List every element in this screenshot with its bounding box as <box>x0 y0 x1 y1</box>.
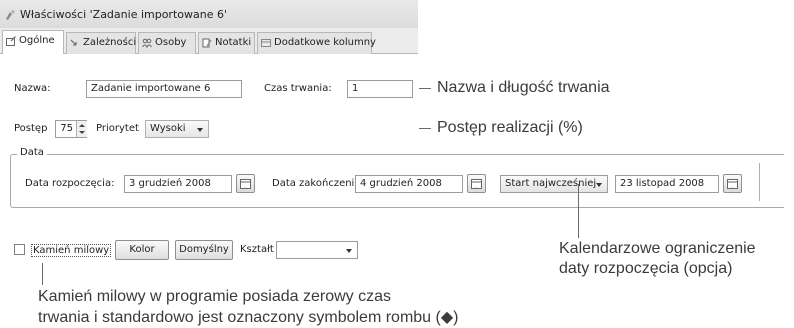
tab-people-label: Osoby <box>155 37 187 48</box>
end-date-label: Data zakończenia: <box>272 178 364 189</box>
chevron-down-icon <box>197 128 203 132</box>
task-properties-icon <box>6 10 15 20</box>
date-group: Data Data rozpoczęcia: 3 grudzień 2008 .… <box>10 147 784 208</box>
annotation-leader-milestone <box>42 263 43 285</box>
tab-extra-columns[interactable]: Dodatkowe kolumny <box>257 32 376 54</box>
tab-bar: Ogólne Zależności Osoby Notatki Dodatkow… <box>0 28 418 55</box>
annotation-milestone-line2: trwania i standardowo jest oznaczony sym… <box>38 309 459 326</box>
start-date-field[interactable]: 3 grudzień 2008 <box>124 175 232 193</box>
tab-notes-label: Notatki <box>215 37 252 48</box>
tab-general-label: Ogólne <box>19 35 55 46</box>
constraint-type-dropdown[interactable]: Start najwcześniej <box>500 175 608 193</box>
svg-text:..: .. <box>731 184 735 190</box>
tab-people[interactable]: Osoby <box>138 32 196 54</box>
stepper-down-icon[interactable] <box>79 131 85 134</box>
svg-text:..: .. <box>475 184 479 190</box>
tab-extra-columns-label: Dodatkowe kolumny <box>274 37 376 48</box>
tab-notes[interactable]: Notatki <box>198 32 255 54</box>
start-date-label: Data rozpoczęcia: <box>25 178 115 189</box>
progress-stepper[interactable] <box>76 121 87 137</box>
name-field[interactable]: Zadanie importowane 6 <box>86 80 242 98</box>
annotation-leader-constraint <box>578 184 579 238</box>
duration-field[interactable]: 1 <box>347 80 413 98</box>
annotation-constraint-line1: Kalendarzowe ograniczenie <box>559 240 756 257</box>
constraint-date-calendar-button[interactable]: .. <box>723 174 742 193</box>
window-title: Właściwości 'Zadanie importowane 6' <box>20 8 227 21</box>
date-group-divider <box>759 163 760 201</box>
milestone-checkbox[interactable] <box>14 244 25 255</box>
annotation-leader-progress <box>419 128 431 129</box>
shape-label: Kształt <box>240 244 274 255</box>
svg-text:..: .. <box>244 184 248 190</box>
constraint-type-value: Start najwcześniej <box>505 178 597 189</box>
stepper-up-icon[interactable] <box>79 124 85 127</box>
priority-dropdown[interactable]: Wysoki <box>145 120 209 138</box>
date-group-legend: Data <box>17 147 47 158</box>
name-label: Nazwa: <box>14 83 51 94</box>
columns-icon <box>261 39 271 47</box>
annotation-progress: Postęp realizacji (%) <box>437 119 583 136</box>
milestone-label[interactable]: Kamień milowy <box>31 244 112 257</box>
progress-label: Postęp <box>14 123 48 134</box>
chevron-down-icon <box>596 183 602 187</box>
shape-dropdown[interactable] <box>276 241 358 259</box>
end-date-calendar-button[interactable]: .. <box>467 174 486 193</box>
people-icon <box>142 38 152 48</box>
chevron-down-icon <box>346 249 352 253</box>
default-button[interactable]: Domyślny <box>175 240 233 260</box>
properties-dialog: Właściwości 'Zadanie importowane 6' Ogól… <box>0 0 418 300</box>
calendar-icon: .. <box>240 179 251 190</box>
dependency-icon <box>70 39 77 46</box>
color-button[interactable]: Kolor <box>115 240 169 260</box>
end-date-field[interactable]: 4 grudzień 2008 <box>355 175 463 193</box>
annotation-leader-name <box>419 88 431 89</box>
constraint-date-field[interactable]: 23 listopad 2008 <box>615 175 719 193</box>
tab-dependencies-label: Zależności <box>83 37 137 48</box>
calendar-icon: .. <box>471 179 482 190</box>
annotation-constraint-line2: daty rozpoczęcia (opcja) <box>559 260 733 277</box>
start-date-calendar-button[interactable]: .. <box>236 174 255 193</box>
priority-value: Wysoki <box>150 123 186 134</box>
general-icon <box>6 36 16 46</box>
tab-general[interactable]: Ogólne <box>2 30 64 55</box>
notes-icon <box>202 38 212 48</box>
annotation-name-duration: Nazwa i długość trwania <box>437 79 610 96</box>
priority-label: Priorytet <box>96 123 139 134</box>
annotation-milestone-line1: Kamień milowy w programie posiada zerowy… <box>38 288 392 305</box>
title-bar[interactable]: Właściwości 'Zadanie importowane 6' <box>0 0 418 28</box>
progress-value: 75 <box>60 123 73 134</box>
tab-dependencies[interactable]: Zależności <box>66 32 136 54</box>
calendar-icon: .. <box>727 179 738 190</box>
duration-label: Czas trwania: <box>264 83 332 94</box>
